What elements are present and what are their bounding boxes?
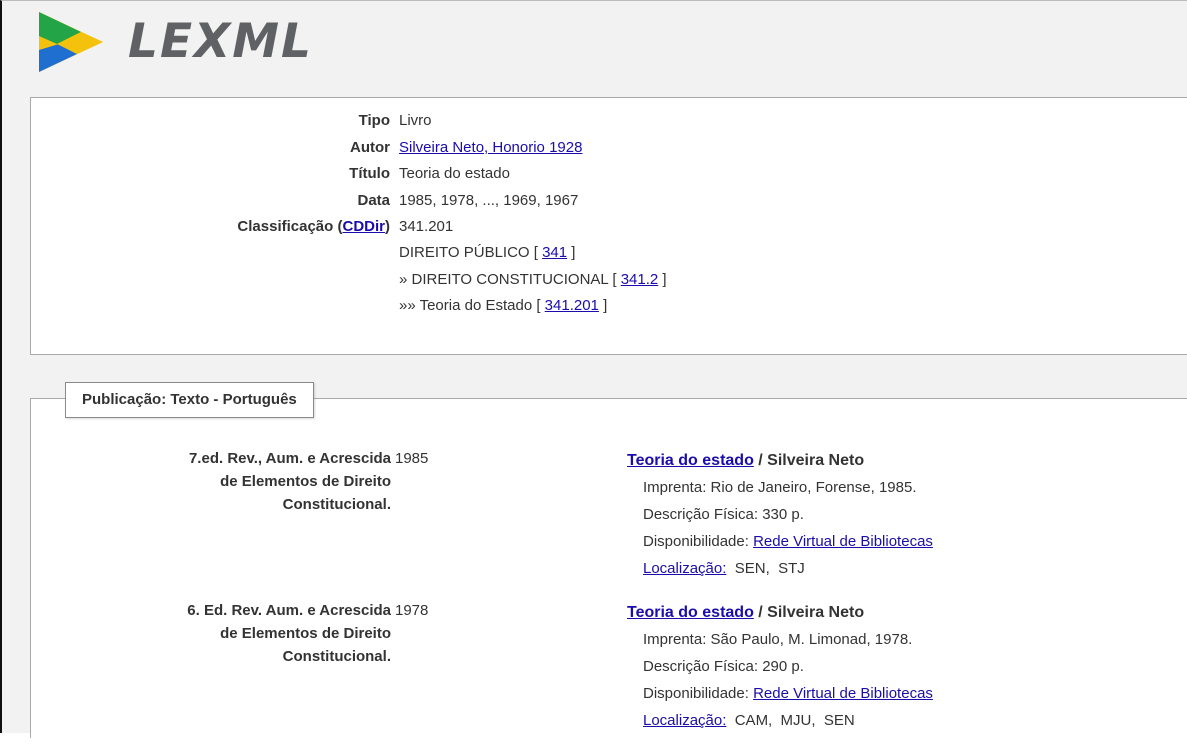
rede-virtual-link[interactable]: Rede Virtual de Bibliotecas bbox=[753, 685, 933, 702]
tipo-value: Livro bbox=[399, 112, 432, 129]
edition-item: 7.ed. Rev., Aum. e Acrescida de Elemento… bbox=[31, 447, 1181, 597]
localizacao-value: SEN, STJ bbox=[726, 560, 805, 577]
level-1-suffix: ] bbox=[567, 244, 576, 261]
classification-level-2: » DIREITO CONSTITUCIONAL [ 341.2 ] bbox=[31, 269, 1131, 291]
detail-row-data: Data 1985, 1978, ..., 1969, 1967 bbox=[31, 190, 1131, 212]
titulo-label: Título bbox=[349, 165, 390, 182]
data-value: 1985, 1978, ..., 1969, 1967 bbox=[399, 192, 579, 209]
publication-tab[interactable]: Publicação: Texto - Português bbox=[65, 382, 314, 418]
level-3-suffix: ] bbox=[598, 297, 608, 314]
edition-item: 6. Ed. Rev. Aum. e Acrescida de Elemento… bbox=[31, 599, 1181, 749]
edition-year: 1978 bbox=[395, 602, 429, 619]
edition-info: Teoria do estado / Silveira Neto Imprent… bbox=[627, 599, 1167, 734]
level-2-text: DIREITO CONSTITUCIONAL [ bbox=[411, 271, 621, 288]
edition-author: / Silveira Neto bbox=[753, 452, 865, 469]
level-3-prefix: »» bbox=[399, 297, 420, 314]
title-link[interactable]: Teoria do estado bbox=[627, 604, 754, 621]
level-2-suffix: ] bbox=[658, 271, 667, 288]
localizacao-link[interactable]: Localização: bbox=[643, 712, 726, 729]
imprenta: Imprenta: São Paulo, M. Limonad, 1978. bbox=[643, 631, 913, 648]
classification-level-3: »» Teoria do Estado [ 341.201 ] bbox=[31, 295, 1131, 317]
level-1-text: DIREITO PÚBLICO [ bbox=[399, 244, 543, 261]
level-3-code-link[interactable]: 341.201 bbox=[545, 297, 599, 314]
detail-row-classificacao: Classificação (CDDir) 341.201 bbox=[31, 216, 1131, 238]
edition-line: de Elementos de Direito bbox=[220, 625, 391, 642]
disponibilidade: Disponibilidade: Rede Virtual de Bibliot… bbox=[627, 528, 1167, 555]
autor-label: Autor bbox=[350, 139, 390, 156]
title-link[interactable]: Teoria do estado bbox=[627, 452, 754, 469]
descricao-fisica: Descrição Física: 290 p. bbox=[643, 658, 804, 675]
level-3-text: Teoria do Estado [ bbox=[419, 297, 545, 314]
localizacao: Localização: SEN, STJ bbox=[627, 555, 1167, 582]
classificacao-value: 341.201 bbox=[399, 218, 454, 235]
edition-author: / Silveira Neto bbox=[753, 604, 865, 621]
tipo-label: Tipo bbox=[358, 112, 390, 129]
edition-line: de Elementos de Direito bbox=[220, 473, 391, 490]
edition-description: 7.ed. Rev., Aum. e Acrescida de Elemento… bbox=[31, 447, 391, 516]
titulo-value: Teoria do estado bbox=[399, 165, 510, 182]
edition-line: Constitucional. bbox=[282, 496, 391, 513]
rede-virtual-link[interactable]: Rede Virtual de Bibliotecas bbox=[753, 533, 933, 550]
lexml-logo-icon bbox=[39, 12, 103, 72]
classificacao-label-suffix: ) bbox=[385, 218, 390, 235]
localizacao-link[interactable]: Localização: bbox=[643, 560, 726, 577]
localizacao-value: CAM, MJU, SEN bbox=[726, 712, 855, 729]
header: LEXML bbox=[4, 2, 1187, 88]
classificacao-label-prefix: Classificação ( bbox=[237, 218, 343, 235]
detail-row-tipo: Tipo Livro bbox=[31, 110, 1131, 132]
page-frame: LEXML Tipo Livro Autor Silveira Neto, Ho… bbox=[0, 0, 1187, 738]
edition-description: 6. Ed. Rev. Aum. e Acrescida de Elemento… bbox=[31, 599, 391, 668]
data-label: Data bbox=[357, 192, 390, 209]
level-2-code-link[interactable]: 341.2 bbox=[621, 271, 659, 288]
edition-line: 6. Ed. Rev. Aum. e Acrescida bbox=[187, 602, 391, 619]
lexml-logo-text: LEXML bbox=[128, 14, 314, 69]
edition-year: 1985 bbox=[395, 450, 429, 467]
classificacao-label: Classificação (CDDir) bbox=[237, 216, 390, 238]
edition-line: Constitucional. bbox=[282, 648, 391, 665]
details-panel: Tipo Livro Autor Silveira Neto, Honorio … bbox=[30, 97, 1187, 355]
localizacao: Localização: CAM, MJU, SEN bbox=[627, 707, 1167, 734]
disponibilidade: Disponibilidade: Rede Virtual de Bibliot… bbox=[627, 680, 1167, 707]
disponibilidade-label: Disponibilidade: bbox=[643, 533, 754, 550]
level-2-prefix: » bbox=[399, 271, 412, 288]
edition-line: 7.ed. Rev., Aum. e Acrescida bbox=[188, 450, 391, 467]
level-1-code-link[interactable]: 341 bbox=[542, 244, 567, 261]
imprenta: Imprenta: Rio de Janeiro, Forense, 1985. bbox=[643, 479, 917, 496]
disponibilidade-label: Disponibilidade: bbox=[643, 685, 754, 702]
descricao-fisica: Descrição Física: 330 p. bbox=[643, 506, 804, 523]
cddir-link[interactable]: CDDir bbox=[342, 218, 385, 235]
publication-panel: Publicação: Texto - Português 7.ed. Rev.… bbox=[30, 382, 1187, 738]
detail-row-autor: Autor Silveira Neto, Honorio 1928 bbox=[31, 137, 1131, 159]
autor-link[interactable]: Silveira Neto, Honorio 1928 bbox=[399, 139, 582, 156]
classification-level-1: DIREITO PÚBLICO [ 341 ] bbox=[31, 242, 1131, 264]
edition-info: Teoria do estado / Silveira Neto Imprent… bbox=[627, 447, 1167, 582]
detail-row-titulo: Título Teoria do estado bbox=[31, 163, 1131, 185]
